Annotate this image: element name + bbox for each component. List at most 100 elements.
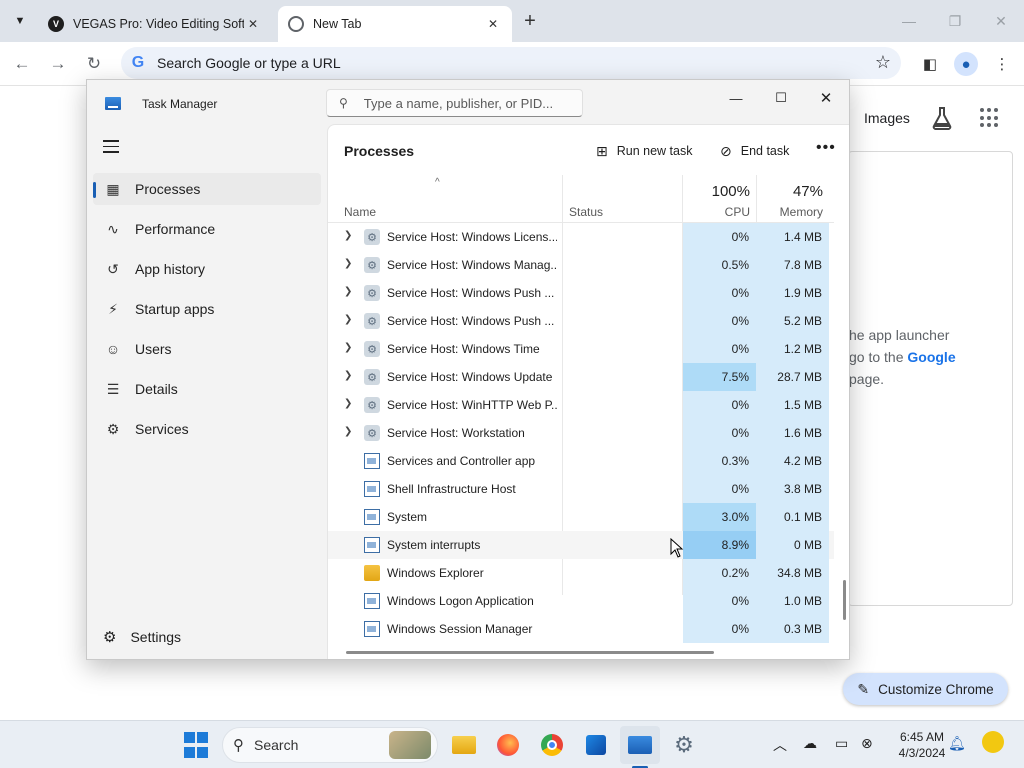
process-row[interactable]: Windows Session Manager 0% 0.3 MB <box>328 615 834 643</box>
service-gear-icon: ⚙ <box>364 397 380 413</box>
startup-icon: ⚡ <box>108 300 118 317</box>
firefox-icon[interactable] <box>494 731 522 759</box>
close-window-icon[interactable]: ✕ <box>987 8 1015 34</box>
process-cpu: 8.9% <box>683 531 756 559</box>
process-row[interactable]: Shell Infrastructure Host 0% 3.8 MB <box>328 475 834 503</box>
nav-item-app-history[interactable]: ↺ App history <box>93 253 321 285</box>
expand-chevron-icon[interactable]: ❯ <box>344 370 352 381</box>
nav-item-services[interactable]: ⚙ Services <box>93 413 321 445</box>
process-row[interactable]: Windows Explorer 0.2% 34.8 MB <box>328 559 834 587</box>
restore-icon[interactable]: ❐ <box>941 8 969 34</box>
users-icon: ☺ <box>105 341 121 357</box>
expand-chevron-icon[interactable]: ❯ <box>344 398 352 409</box>
process-memory: 34.8 MB <box>756 559 829 587</box>
vertical-scrollbar[interactable] <box>843 580 846 620</box>
side-panel-icon[interactable]: ◧ <box>918 52 942 76</box>
show-hidden-icons-chevron-icon[interactable]: ︿ <box>773 735 787 755</box>
process-memory: 3.8 MB <box>756 475 829 503</box>
tab-new-tab[interactable]: New Tab ✕ <box>278 6 512 42</box>
nav-item-performance[interactable]: ∿ Performance <box>93 213 321 245</box>
minimize-icon[interactable]: — <box>895 8 923 34</box>
column-header-memory[interactable]: 47% Memory <box>756 175 829 223</box>
nav-item-details[interactable]: ☰ Details <box>93 373 321 405</box>
column-header-name[interactable]: Name <box>344 175 544 223</box>
expand-chevron-icon[interactable]: ❯ <box>344 426 352 437</box>
column-header-status[interactable]: Status <box>569 175 679 223</box>
process-cpu: 0.5% <box>683 251 756 279</box>
expand-chevron-icon[interactable]: ❯ <box>344 314 352 325</box>
back-arrow-icon[interactable]: ← <box>8 50 36 78</box>
tab-search-chevron-icon[interactable]: ▼ <box>7 8 33 34</box>
nav-item-processes[interactable]: ▦ Processes <box>93 173 321 205</box>
profile-avatar-icon[interactable]: ● <box>954 52 978 76</box>
tab-vegas-pro[interactable]: V VEGAS Pro: Video Editing Softw ✕ <box>38 6 272 42</box>
process-memory: 1.9 MB <box>756 279 829 307</box>
more-options-icon[interactable]: ••• <box>816 139 836 157</box>
google-link[interactable]: Google <box>907 349 955 365</box>
close-tab-icon[interactable]: ✕ <box>244 15 262 33</box>
chrome-menu-icon[interactable]: ⋮ <box>990 52 1014 76</box>
address-input[interactable] <box>157 55 817 71</box>
expand-chevron-icon[interactable]: ❯ <box>344 342 352 353</box>
tm-maximize-icon[interactable]: ☐ <box>763 84 799 112</box>
hamburger-menu-icon[interactable] <box>103 140 119 154</box>
process-search-box[interactable]: ⚲ <box>326 89 583 117</box>
expand-chevron-icon[interactable]: ❯ <box>344 258 352 269</box>
process-row[interactable]: Services and Controller app 0.3% 4.2 MB <box>328 447 834 475</box>
expand-chevron-icon[interactable]: ❯ <box>344 286 352 297</box>
microsoft-store-icon[interactable] <box>582 731 610 759</box>
process-row[interactable]: ❯ ⚙ Service Host: Windows Update 7.5% 28.7 M… <box>328 363 834 391</box>
chrome-tab-bar: ▼ V VEGAS Pro: Video Editing Softw ✕ New… <box>0 0 1024 42</box>
process-row[interactable]: ❯ ⚙ Service Host: Windows Time 0% 1.2 MB <box>328 335 834 363</box>
process-row[interactable]: ❯ ⚙ Service Host: Windows Licens... 0% 1.4 M… <box>328 223 834 251</box>
expand-chevron-icon[interactable]: ❯ <box>344 230 352 241</box>
ntp-info-line-1: he app launcher <box>849 327 950 343</box>
images-link[interactable]: Images <box>864 110 910 126</box>
process-row[interactable]: ❯ ⚙ Service Host: Windows Manag... 0.5% 7.8 … <box>328 251 834 279</box>
onedrive-cloud-icon[interactable]: ☁ <box>803 735 817 752</box>
end-task-icon: ⊘ <box>720 142 732 159</box>
tm-close-icon[interactable]: ✕ <box>808 84 844 112</box>
nav-item-users[interactable]: ☺ Users <box>93 333 321 365</box>
notification-bell-icon[interactable]: 🔔︎ <box>948 735 966 752</box>
customize-chrome-button[interactable]: ✎ Customize Chrome <box>843 673 1008 705</box>
process-row[interactable]: System 3.0% 0.1 MB <box>328 503 834 531</box>
task-manager-taskbar-icon[interactable] <box>626 731 654 759</box>
omnibox[interactable]: G ☆ <box>121 47 901 79</box>
process-row[interactable]: Windows Logon Application 0% 1.0 MB <box>328 587 834 615</box>
settings-app-icon[interactable]: ⚙ <box>670 731 698 759</box>
bookmark-star-icon[interactable]: ☆ <box>875 52 891 73</box>
taskbar-search-box[interactable]: ⚲ Search <box>222 727 438 763</box>
process-row[interactable]: ❯ ⚙ Service Host: Workstation 0% 1.6 MB <box>328 419 834 447</box>
display-icon[interactable]: ▭ <box>835 735 848 752</box>
process-search-input[interactable] <box>363 95 574 111</box>
nav-item-startup-apps[interactable]: ⚡ Startup apps <box>93 293 321 325</box>
process-name: Service Host: Windows Licens... <box>387 230 557 244</box>
service-gear-icon: ⚙ <box>364 285 380 301</box>
network-icon[interactable]: ⊗ <box>861 735 873 752</box>
file-explorer-icon[interactable] <box>450 731 478 759</box>
run-new-task-button[interactable]: ⊞ Run new task <box>596 141 692 161</box>
horizontal-scrollbar[interactable] <box>346 651 714 654</box>
nav-item-settings[interactable]: ⚙ Settings <box>103 628 181 646</box>
reload-icon[interactable]: ↻ <box>80 50 108 78</box>
copilot-pre-icon[interactable] <box>982 731 1004 753</box>
windows-start-icon[interactable] <box>182 731 210 759</box>
end-task-button[interactable]: ⊘ End task <box>720 141 789 161</box>
close-tab-icon[interactable]: ✕ <box>484 15 502 33</box>
process-list: ❯ ⚙ Service Host: Windows Licens... 0% 1.4 M… <box>328 223 834 643</box>
new-tab-plus-icon[interactable]: + <box>518 9 542 33</box>
process-row[interactable]: System interrupts 8.9% 0 MB <box>328 531 834 559</box>
tm-minimize-icon[interactable]: — <box>718 84 754 112</box>
processes-icon: ▦ <box>106 180 120 197</box>
labs-flask-icon[interactable] <box>931 106 953 130</box>
process-row[interactable]: ❯ ⚙ Service Host: WinHTTP Web P... 0% 1.5 MB <box>328 391 834 419</box>
process-row[interactable]: ❯ ⚙ Service Host: Windows Push ... 0% 1.9 MB <box>328 279 834 307</box>
column-header-cpu[interactable]: 100% CPU <box>683 175 756 223</box>
process-row[interactable]: ❯ ⚙ Service Host: Windows Push ... 0% 5.2 MB <box>328 307 834 335</box>
process-cpu: 0% <box>683 587 756 615</box>
google-apps-icon[interactable] <box>980 108 1000 128</box>
process-name: Windows Logon Application <box>387 594 534 608</box>
chrome-icon[interactable] <box>538 731 566 759</box>
forward-arrow-icon[interactable]: → <box>44 50 72 78</box>
